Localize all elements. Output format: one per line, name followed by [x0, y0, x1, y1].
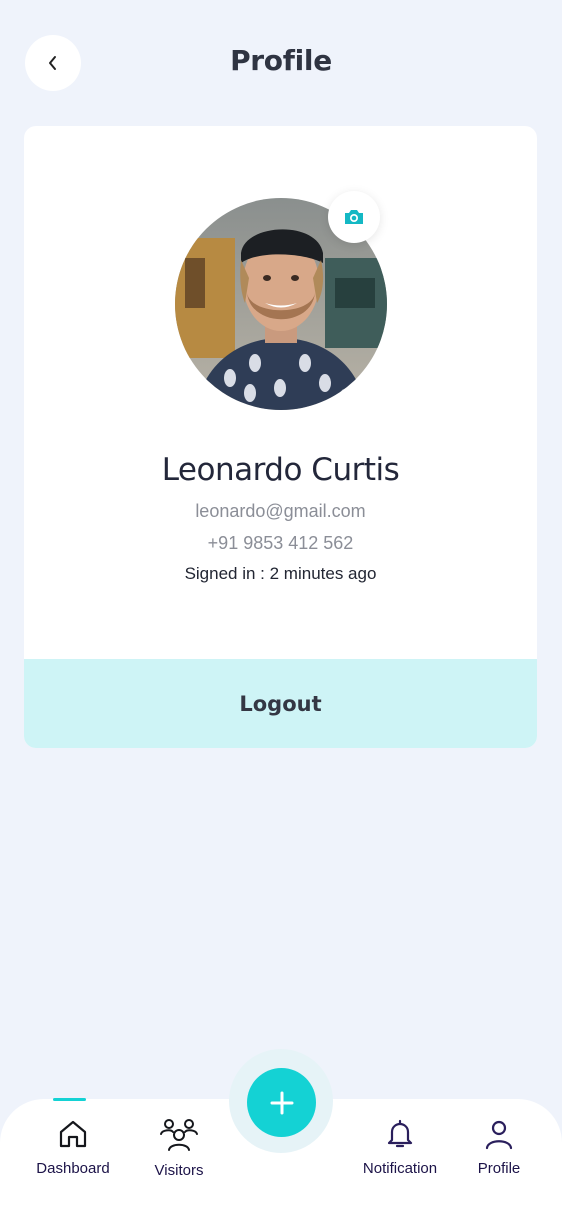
- nav-label-dashboard: Dashboard: [36, 1160, 110, 1177]
- camera-icon: [345, 210, 363, 224]
- profile-email: leonardo@gmail.com: [195, 501, 366, 521]
- nav-label-profile: Profile: [477, 1160, 521, 1177]
- user-icon: [485, 1120, 513, 1150]
- logout-label: Logout: [239, 691, 322, 716]
- profile-name: Leonardo Curtis: [161, 452, 400, 488]
- nav-label-visitors: Visitors: [154, 1162, 204, 1179]
- home-icon: [59, 1120, 87, 1148]
- nav-dashboard[interactable]: Dashboard: [23, 1118, 123, 1177]
- bell-icon: [387, 1119, 413, 1148]
- nav-visitors[interactable]: Visitors: [129, 1118, 229, 1179]
- logout-button[interactable]: Logout: [24, 659, 537, 748]
- users-icon: [160, 1119, 198, 1151]
- change-photo-button[interactable]: [328, 191, 380, 243]
- signed-in-status: Signed in : 2 minutes ago: [184, 564, 377, 583]
- nav-profile[interactable]: Profile: [449, 1118, 549, 1177]
- nav-label-notification: Notification: [362, 1160, 438, 1177]
- page-title: Profile: [230, 44, 332, 77]
- add-button[interactable]: [247, 1068, 316, 1137]
- profile-card: Leonardo Curtis leonardo@gmail.com +91 9…: [24, 126, 537, 748]
- profile-phone: +91 9853 412 562: [207, 533, 354, 553]
- active-tab-indicator: [53, 1098, 86, 1101]
- plus-icon: [270, 1091, 293, 1114]
- nav-notification[interactable]: Notification: [350, 1118, 450, 1177]
